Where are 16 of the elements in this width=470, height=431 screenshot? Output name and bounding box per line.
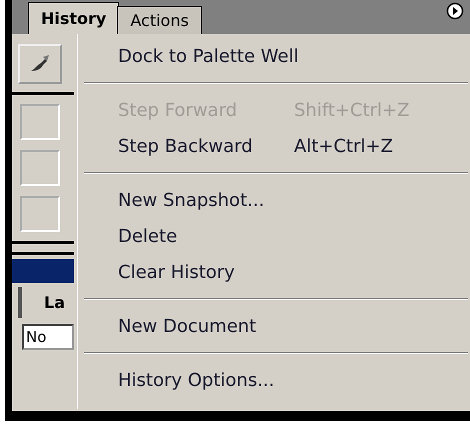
menu-item[interactable]: New Snapshot... bbox=[78, 182, 468, 218]
history-state-thumbnail[interactable] bbox=[20, 104, 60, 140]
palette-menu-icon[interactable] bbox=[446, 2, 464, 20]
menu-item[interactable]: Step Backward Alt+Ctrl+Z bbox=[78, 128, 468, 164]
panel-tab[interactable]: History bbox=[28, 2, 120, 34]
panel-tab[interactable]: Actions bbox=[117, 6, 202, 34]
menu-item[interactable]: Dock to Palette Well bbox=[78, 38, 468, 74]
history-state-thumbnail[interactable] bbox=[20, 196, 60, 232]
blend-mode-field[interactable]: No bbox=[22, 324, 74, 350]
menu-item[interactable]: Delete bbox=[78, 218, 468, 254]
title-bar bbox=[12, 259, 74, 283]
history-state-thumbnail[interactable] bbox=[20, 150, 60, 186]
menu-item[interactable]: History Options... bbox=[78, 362, 468, 398]
menu-item[interactable]: Clear History bbox=[78, 254, 468, 290]
menu-item[interactable]: New Document bbox=[78, 308, 468, 344]
brush-button[interactable] bbox=[18, 44, 62, 84]
